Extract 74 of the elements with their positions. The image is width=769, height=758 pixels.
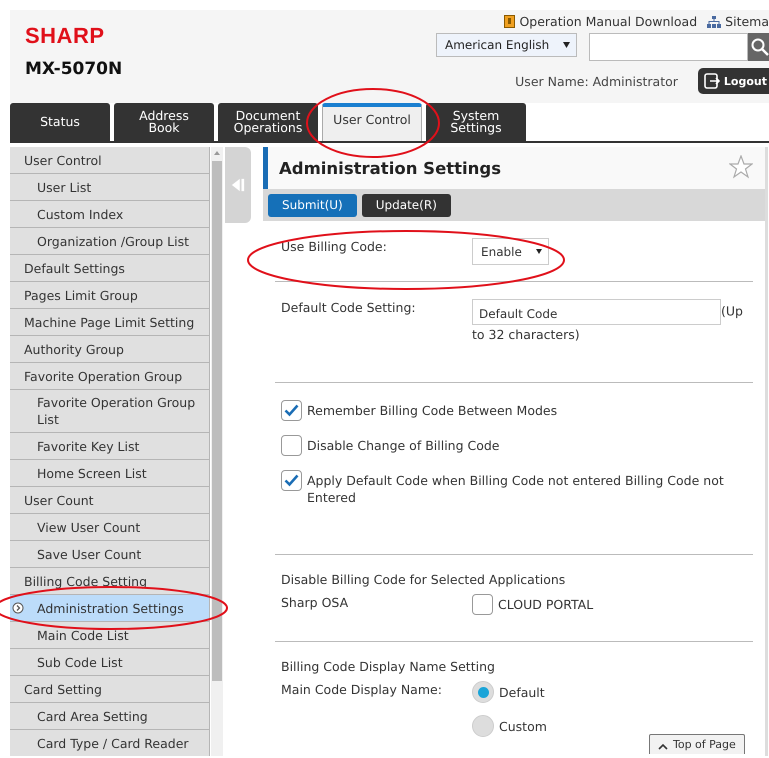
- checkbox-label: Remember Billing Code Between Modes: [307, 402, 558, 419]
- caret-up-icon: [658, 742, 668, 750]
- sidebar-item[interactable]: Card Type / Card Reader: [10, 730, 210, 756]
- sidebar-item[interactable]: User Count: [10, 487, 210, 514]
- billing-select[interactable]: Enable: [472, 238, 549, 265]
- nav-tab[interactable]: Document Operations: [218, 103, 318, 141]
- scroll-up-icon[interactable]: [214, 151, 220, 155]
- sidebar-item[interactable]: View User Count: [10, 514, 210, 541]
- field-label: Use Billing Code:: [281, 238, 388, 255]
- sidebar-item[interactable]: Authority Group: [10, 336, 210, 363]
- sidebar-item[interactable]: Card Area Setting: [10, 703, 210, 730]
- submit-button[interactable]: Submit(U): [268, 194, 357, 216]
- radio-label: Custom: [499, 718, 547, 734]
- radio-button[interactable]: [472, 715, 494, 737]
- language-select[interactable]: American English: [436, 33, 577, 57]
- section-heading: Billing Code Display Name Setting: [281, 659, 496, 674]
- sidebar-item[interactable]: User Control: [10, 147, 210, 174]
- brand-logo: SHARP: [25, 23, 105, 49]
- caret-icon: [536, 249, 542, 254]
- nav-tab[interactable]: User Control: [322, 103, 422, 141]
- checkbox-label: Disable Change of Billing Code: [307, 437, 500, 454]
- model-name: MX-5070N: [25, 59, 122, 79]
- checkbox-label: Apply Default Code when Billing Code not entered Billing Code not Entered: [307, 472, 725, 506]
- search-field[interactable]: [589, 33, 748, 61]
- section-heading: Disable Billing Code for Selected Applications: [281, 572, 566, 587]
- field-label: Main Code Display Name:: [281, 681, 443, 698]
- nav-tab[interactable]: Status: [10, 103, 110, 141]
- sitemap-icon: [707, 16, 722, 28]
- sidebar-item[interactable]: Machine Page Limit Setting: [10, 309, 210, 336]
- sidebar-item[interactable]: Home Screen List: [10, 460, 210, 487]
- input-field[interactable]: Default Code: [472, 299, 721, 325]
- sidebar-item[interactable]: Pages Limit Group: [10, 282, 210, 309]
- sidebar-item[interactable]: Favorite Operation Group: [10, 363, 210, 390]
- sidebar-item[interactable]: Favorite Key List: [10, 433, 210, 460]
- radio-label: Default: [499, 684, 545, 700]
- hint-text: to 32 characters): [472, 326, 581, 344]
- sidebar-item[interactable]: Default Settings: [10, 255, 210, 282]
- sidebar-item[interactable]: User List: [10, 174, 210, 201]
- checkbox-label: CLOUD PORTAL: [498, 597, 594, 612]
- radio-button[interactable]: [472, 681, 494, 703]
- field-label: Sharp OSA: [281, 594, 350, 611]
- sidebar-item[interactable]: Main Code List: [10, 622, 210, 649]
- logout-button[interactable]: Logout: [698, 68, 769, 94]
- nav-tab[interactable]: Address Book: [114, 103, 214, 141]
- search-icon: [751, 38, 769, 56]
- sidebar-item[interactable]: Administration Settings: [10, 595, 210, 622]
- collapse-button[interactable]: [225, 147, 251, 223]
- checkbox[interactable]: [281, 435, 302, 456]
- star-icon[interactable]: [729, 155, 753, 181]
- nav-tab[interactable]: System Settings: [426, 103, 526, 141]
- logout-icon: [704, 73, 720, 89]
- header-link[interactable]: Operation Manual Download: [504, 14, 698, 29]
- field-label: Default Code Setting:: [281, 299, 417, 316]
- checkbox[interactable]: [281, 400, 302, 421]
- checkbox[interactable]: [472, 594, 493, 615]
- user-name: User Name: Administrator: [515, 74, 678, 88]
- sidebar-item[interactable]: Card Setting: [10, 676, 210, 703]
- update-button[interactable]: Update(R): [362, 194, 451, 216]
- hint-text: (Up: [721, 303, 743, 318]
- book-icon: [504, 15, 516, 28]
- sidebar-item[interactable]: Organization /Group List: [10, 228, 210, 255]
- arrow-circle-icon: [12, 602, 24, 614]
- top-of-page-button[interactable]: Top of Page: [649, 734, 745, 754]
- page-title: Administration Settings: [279, 158, 502, 178]
- sidebar-item[interactable]: Save User Count: [10, 541, 210, 568]
- sidebar-item[interactable]: Custom Index: [10, 201, 210, 228]
- checkbox[interactable]: [281, 470, 302, 491]
- scrollbar[interactable]: [211, 147, 223, 756]
- caret-icon: [563, 42, 570, 48]
- sidebar-item[interactable]: Sub Code List: [10, 649, 210, 676]
- sidebar-item[interactable]: Favorite Operation Group List: [10, 390, 210, 433]
- collapse-icon: [231, 177, 245, 193]
- search-button[interactable]: [748, 33, 769, 61]
- header-link[interactable]: Sitema: [707, 14, 769, 29]
